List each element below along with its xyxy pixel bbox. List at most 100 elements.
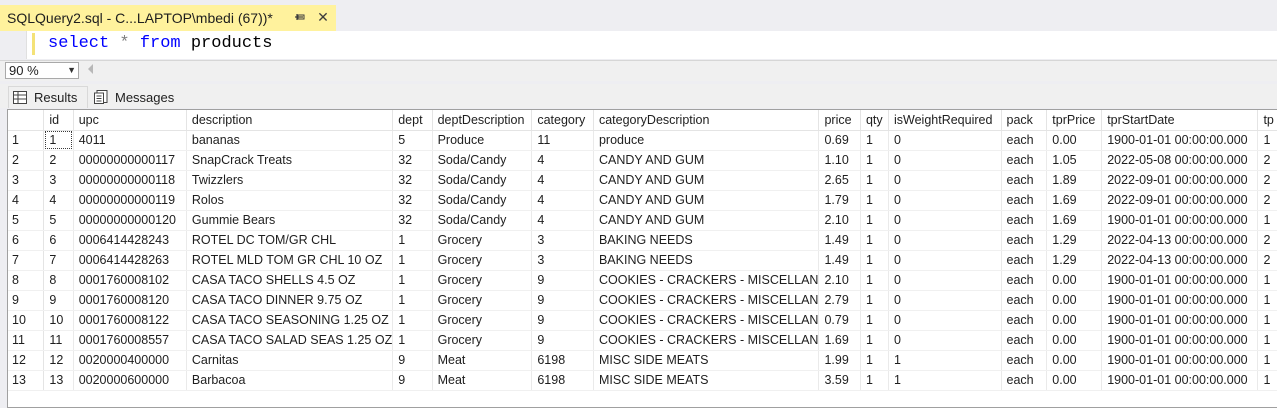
column-header[interactable]: deptDescription: [432, 110, 533, 131]
grid-cell[interactable]: 1: [392, 290, 433, 311]
grid-cell[interactable]: 3: [531, 230, 594, 251]
grid-cell[interactable]: 1900-01-01 00:00:00.000: [1101, 130, 1259, 151]
grid-cell[interactable]: each: [1001, 290, 1048, 311]
grid-cell[interactable]: 1: [392, 330, 433, 351]
grid-cell[interactable]: Grocery: [432, 290, 533, 311]
grid-cell[interactable]: each: [1001, 130, 1048, 151]
grid-cell[interactable]: 0: [888, 310, 1002, 331]
grid-cell[interactable]: 0: [888, 330, 1002, 351]
column-header[interactable]: categoryDescription: [593, 110, 820, 131]
grid-cell[interactable]: Soda/Candy: [432, 150, 533, 171]
close-icon[interactable]: ✕: [316, 10, 330, 24]
grid-cell[interactable]: each: [1001, 370, 1048, 391]
grid-cell[interactable]: Soda/Candy: [432, 210, 533, 231]
row-number[interactable]: 2: [8, 150, 45, 171]
grid-cell[interactable]: Grocery: [432, 270, 533, 291]
grid-cell[interactable]: CANDY AND GUM: [593, 210, 820, 231]
grid-cell[interactable]: 9: [531, 330, 594, 351]
table-row[interactable]: 7 7 0006414428263 ROTEL MLD TOM GR CHL 10 O…: [8, 250, 1277, 271]
grid-cell[interactable]: 4: [531, 150, 594, 171]
grid-cell[interactable]: 1: [860, 210, 889, 231]
grid-cell[interactable]: 0.00: [1046, 310, 1103, 331]
row-number[interactable]: 10: [8, 310, 45, 331]
grid-cell[interactable]: COOKIES - CRACKERS - MISCELLAN: [593, 270, 820, 291]
grid-cell[interactable]: each: [1001, 210, 1048, 231]
grid-cell[interactable]: 0001760008557: [73, 330, 187, 351]
grid-cell[interactable]: bananas: [186, 130, 394, 151]
grid-cell[interactable]: 1: [860, 250, 889, 271]
grid-cell[interactable]: 9: [392, 370, 433, 391]
grid-cell[interactable]: 3: [531, 250, 594, 271]
table-row[interactable]: 5 5 00000000000120 Gummie Bears 32 Soda/Candy…: [8, 210, 1277, 231]
grid-cell[interactable]: 1: [860, 310, 889, 331]
grid-cell[interactable]: 0006414428263: [73, 250, 187, 271]
grid-cell[interactable]: 1.89: [1046, 170, 1103, 191]
row-number[interactable]: 4: [8, 190, 45, 211]
grid-cell[interactable]: 1: [392, 230, 433, 251]
column-header[interactable]: id: [43, 110, 74, 131]
grid-cell[interactable]: 1.29: [1046, 250, 1103, 271]
grid-cell[interactable]: 1.29: [1046, 230, 1103, 251]
grid-cell[interactable]: 1: [1257, 350, 1277, 371]
grid-cell[interactable]: 1.49: [818, 230, 861, 251]
row-number[interactable]: 13: [8, 370, 45, 391]
row-number[interactable]: 6: [8, 230, 45, 251]
grid-cell[interactable]: 0: [888, 170, 1002, 191]
column-header[interactable]: tprPrice: [1046, 110, 1103, 131]
tab-results[interactable]: Results: [8, 86, 88, 108]
row-number[interactable]: 9: [8, 290, 45, 311]
grid-cell[interactable]: 7: [43, 250, 74, 271]
grid-cell[interactable]: ROTEL DC TOM/GR CHL: [186, 230, 394, 251]
grid-cell[interactable]: 1.69: [1046, 190, 1103, 211]
grid-cell[interactable]: 1: [860, 350, 889, 371]
grid-cell[interactable]: 2: [1257, 250, 1277, 271]
row-number[interactable]: 11: [8, 330, 45, 351]
grid-cell[interactable]: 1: [860, 190, 889, 211]
code-line[interactable]: select * from products: [48, 34, 272, 53]
grid-cell[interactable]: Twizzlers: [186, 170, 394, 191]
grid-cell[interactable]: 9: [531, 270, 594, 291]
grid-cell[interactable]: 1: [860, 230, 889, 251]
grid-cell[interactable]: 0.00: [1046, 330, 1103, 351]
table-row[interactable]: 2 2 00000000000117 SnapCrack Treats 32 Soda/C…: [8, 150, 1277, 171]
column-header[interactable]: pack: [1001, 110, 1048, 131]
query-editor[interactable]: select * from products: [0, 31, 1277, 59]
grid-cell[interactable]: CANDY AND GUM: [593, 150, 820, 171]
grid-cell[interactable]: 1.79: [818, 190, 861, 211]
grid-cell[interactable]: 9: [531, 310, 594, 331]
grid-cell[interactable]: 0001760008122: [73, 310, 187, 331]
grid-cell[interactable]: 1: [392, 250, 433, 271]
pin-icon[interactable]: [292, 10, 306, 24]
grid-cell[interactable]: 32: [392, 210, 433, 231]
grid-cell[interactable]: COOKIES - CRACKERS - MISCELLAN: [593, 310, 820, 331]
column-header[interactable]: description: [186, 110, 394, 131]
grid-cell[interactable]: Soda/Candy: [432, 170, 533, 191]
grid-cell[interactable]: each: [1001, 310, 1048, 331]
grid-cell[interactable]: 9: [392, 350, 433, 371]
grid-cell[interactable]: each: [1001, 270, 1048, 291]
grid-cell[interactable]: 1900-01-01 00:00:00.000: [1101, 350, 1259, 371]
grid-cell[interactable]: CASA TACO SEASONING 1.25 OZ: [186, 310, 394, 331]
grid-cell[interactable]: 12: [43, 350, 74, 371]
grid-cell[interactable]: 00000000000119: [73, 190, 187, 211]
grid-cell[interactable]: CANDY AND GUM: [593, 190, 820, 211]
grid-cell[interactable]: 2.79: [818, 290, 861, 311]
grid-cell[interactable]: 5: [43, 210, 74, 231]
grid-cell[interactable]: CASA TACO SHELLS 4.5 OZ: [186, 270, 394, 291]
table-row[interactable]: 1 1 4011 bananas 5 Produce 11 produce 0.69 1 0 each…: [8, 130, 1277, 151]
grid-cell[interactable]: Grocery: [432, 310, 533, 331]
grid-cell[interactable]: 1: [392, 310, 433, 331]
grid-cell[interactable]: 1: [1257, 310, 1277, 331]
table-row[interactable]: 9 9 0001760008120 CASA TACO DINNER 9.75 OZ 1…: [8, 290, 1277, 311]
grid-cell[interactable]: 1.49: [818, 250, 861, 271]
grid-cell[interactable]: 9: [531, 290, 594, 311]
grid-cell[interactable]: BAKING NEEDS: [593, 230, 820, 251]
table-row[interactable]: 4 4 00000000000119 Rolos 32 Soda/Candy 4 CANDY …: [8, 190, 1277, 211]
grid-cell[interactable]: each: [1001, 350, 1048, 371]
grid-cell[interactable]: 3.59: [818, 370, 861, 391]
grid-cell[interactable]: 0.00: [1046, 370, 1103, 391]
grid-cell[interactable]: 0: [888, 190, 1002, 211]
row-number[interactable]: 7: [8, 250, 45, 271]
grid-cell[interactable]: 1: [1257, 370, 1277, 391]
grid-cell[interactable]: 2: [1257, 150, 1277, 171]
